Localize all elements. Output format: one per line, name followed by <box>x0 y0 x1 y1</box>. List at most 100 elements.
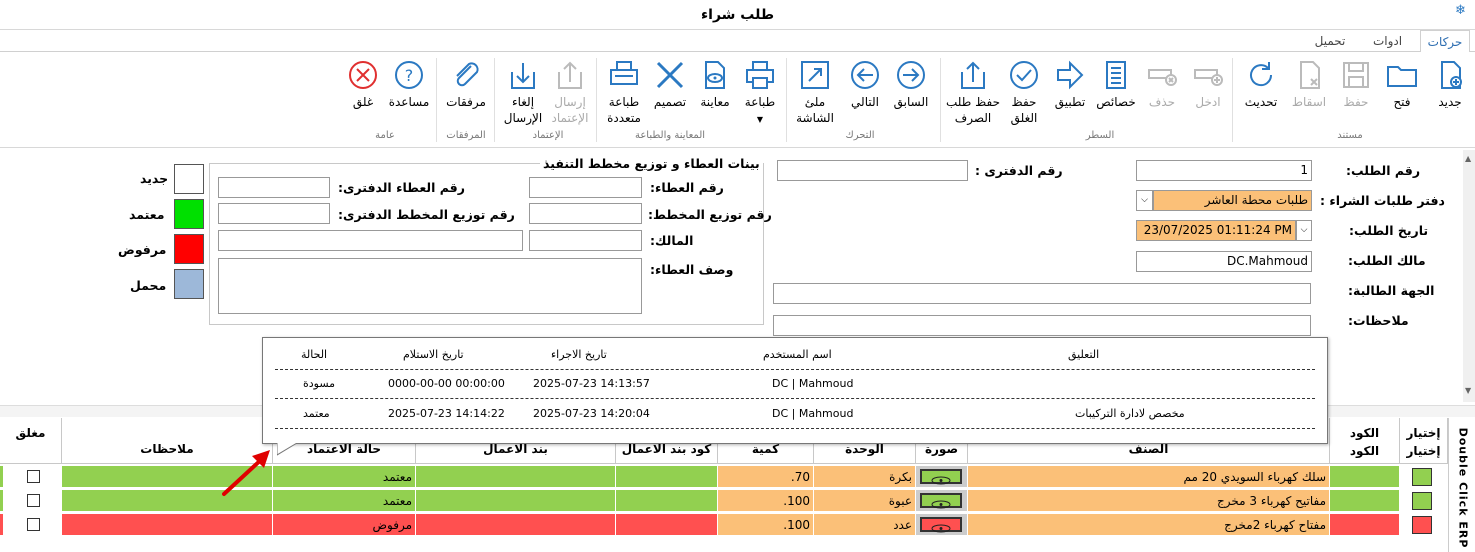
cell-image[interactable] <box>916 466 968 488</box>
group-row: السطر <box>1085 130 1115 141</box>
popup-row-status: مسودة <box>303 377 336 390</box>
cell-item[interactable]: مفتاح كهرباء 2مخرج <box>968 514 1330 536</box>
tender-ledger-field[interactable] <box>218 177 330 198</box>
cell[interactable] <box>616 514 718 536</box>
group-preview-print: المعاينة والطباعة <box>634 130 706 141</box>
new-button[interactable]: جديد <box>1428 58 1472 128</box>
previous-button[interactable]: السابق <box>888 58 934 128</box>
cell[interactable] <box>616 466 718 488</box>
cell-image[interactable] <box>916 490 968 512</box>
brand-text: Double Click ERP <box>1456 427 1470 549</box>
arrow-left-icon <box>851 61 879 89</box>
preview-button[interactable]: معاينة <box>694 58 736 128</box>
next-button[interactable]: التالي <box>842 58 888 128</box>
request-book-label: دفتر طلبات الشراء : <box>1320 193 1445 208</box>
cell-unit[interactable]: بكرة <box>814 466 916 488</box>
save-exchange-button[interactable]: حفظ طلب الصرف <box>946 58 1000 128</box>
cell-qty[interactable]: 70. <box>718 466 814 488</box>
tab-transactions[interactable]: حركات <box>1420 30 1470 53</box>
request-date-field[interactable]: 23/07/2025 01:11:24 PM <box>1136 220 1296 241</box>
cell[interactable] <box>416 466 616 488</box>
cell[interactable] <box>62 514 273 536</box>
apply-button[interactable]: تطبيق <box>1048 58 1092 128</box>
refresh-button[interactable]: تحديث <box>1238 58 1284 128</box>
ribbon-separator <box>940 58 941 142</box>
cell-closed[interactable] <box>0 490 62 512</box>
tender-description-field[interactable] <box>218 258 642 314</box>
request-owner-field[interactable]: DC.Mahmoud <box>1136 251 1312 272</box>
plan-number-field[interactable] <box>529 203 642 224</box>
cell-image[interactable] <box>916 514 968 536</box>
print-button[interactable]: طباعة ▼ <box>738 58 782 128</box>
closed-checkbox[interactable] <box>27 470 40 483</box>
cell[interactable] <box>1330 490 1400 512</box>
cell-item[interactable]: سلك كهرباء السويدي 20 مم <box>968 466 1330 488</box>
cell-qty[interactable]: 100. <box>718 490 814 512</box>
send-approval-button[interactable]: إرسال الإعتماد <box>548 58 592 128</box>
closed-checkbox[interactable] <box>27 518 40 531</box>
cell-status[interactable]: مرفوض <box>273 514 416 536</box>
multi-print-button[interactable]: طباعة متعددة <box>602 58 646 128</box>
popup-divider <box>275 398 1315 399</box>
cell-qty[interactable]: 100. <box>718 514 814 536</box>
drop-button[interactable]: اسقاط <box>1286 58 1332 128</box>
form-scrollbar[interactable]: ▲ ▼ <box>1463 150 1475 402</box>
close-button[interactable]: غلق <box>342 58 384 128</box>
cell[interactable] <box>616 490 718 512</box>
tender-number-field[interactable] <box>529 177 642 198</box>
request-number-field[interactable]: 1 <box>1136 160 1312 181</box>
cell-closed[interactable] <box>0 466 62 488</box>
popup-row-user: DC | Mahmoud <box>772 377 854 390</box>
request-book-select[interactable]: طلبات محطة العاشر <box>1153 190 1312 211</box>
preview-icon <box>705 61 725 89</box>
folder-icon <box>1387 66 1417 87</box>
design-button[interactable]: تصميم <box>648 58 692 128</box>
attachments-button[interactable]: مرفقات <box>442 58 490 128</box>
save-button[interactable]: حفظ <box>1334 58 1378 128</box>
properties-button[interactable]: خصائص <box>1094 58 1138 128</box>
popup-row-receive-date: 0000-00-00 00:00:00 <box>388 377 505 390</box>
requesting-dept-field[interactable] <box>773 283 1311 304</box>
cell-select[interactable] <box>1400 514 1448 536</box>
scroll-down-icon[interactable]: ▼ <box>1465 386 1471 395</box>
cell[interactable] <box>1330 466 1400 488</box>
cell-item[interactable]: مفاتيح كهرباء 3 مخرج <box>968 490 1330 512</box>
cell-status[interactable]: معتمد <box>273 466 416 488</box>
ledger-number-field[interactable] <box>777 160 968 181</box>
cell-closed[interactable] <box>0 514 62 536</box>
tender-owner-name-field[interactable] <box>218 230 523 251</box>
tender-description-label: وصف العطاء: <box>650 262 734 277</box>
popup-col-action-date: تاريخ الاجراء <box>551 348 607 361</box>
delete-row-button[interactable]: حذف <box>1140 58 1184 128</box>
save-close-button[interactable]: حفظ الغلق <box>1002 58 1046 128</box>
tender-owner-field[interactable] <box>529 230 642 251</box>
closed-checkbox[interactable] <box>27 494 40 507</box>
fill-screen-button[interactable]: ملئ الشاشة <box>792 58 838 128</box>
group-document: مستند <box>1337 130 1363 141</box>
plan-ledger-field[interactable] <box>218 203 330 224</box>
book-dropdown-icon[interactable]: ⌵ <box>1136 190 1153 211</box>
cell-unit[interactable]: عدد <box>814 514 916 536</box>
scroll-up-icon[interactable]: ▲ <box>1465 154 1471 163</box>
window-title: طلب شراء <box>700 7 775 23</box>
cancel-send-button[interactable]: إلغاء الإرسال <box>500 58 546 128</box>
cell-unit[interactable]: عبوة <box>814 490 916 512</box>
cell[interactable] <box>416 514 616 536</box>
cell-select[interactable] <box>1400 490 1448 512</box>
group-attachments: المرفقات <box>446 130 486 141</box>
cell[interactable] <box>1330 514 1400 536</box>
cell-status[interactable]: معتمد <box>273 490 416 512</box>
open-button[interactable]: فتح <box>1380 58 1424 128</box>
date-dropdown-icon[interactable]: ⌵ <box>1296 220 1312 241</box>
tab-tools[interactable]: ادوات <box>1365 30 1410 52</box>
image-icon <box>920 517 962 533</box>
notes-field[interactable] <box>773 315 1311 336</box>
insert-row-button[interactable]: ادخل <box>1186 58 1230 128</box>
legend-loaded-swatch <box>174 269 204 299</box>
design-tools-icon <box>656 61 684 89</box>
tab-load[interactable]: تحميل <box>1305 30 1355 52</box>
cell[interactable] <box>416 490 616 512</box>
refresh-icon <box>1250 62 1273 87</box>
cell-select[interactable] <box>1400 466 1448 488</box>
help-button[interactable]: ? مساعدة <box>386 58 432 128</box>
